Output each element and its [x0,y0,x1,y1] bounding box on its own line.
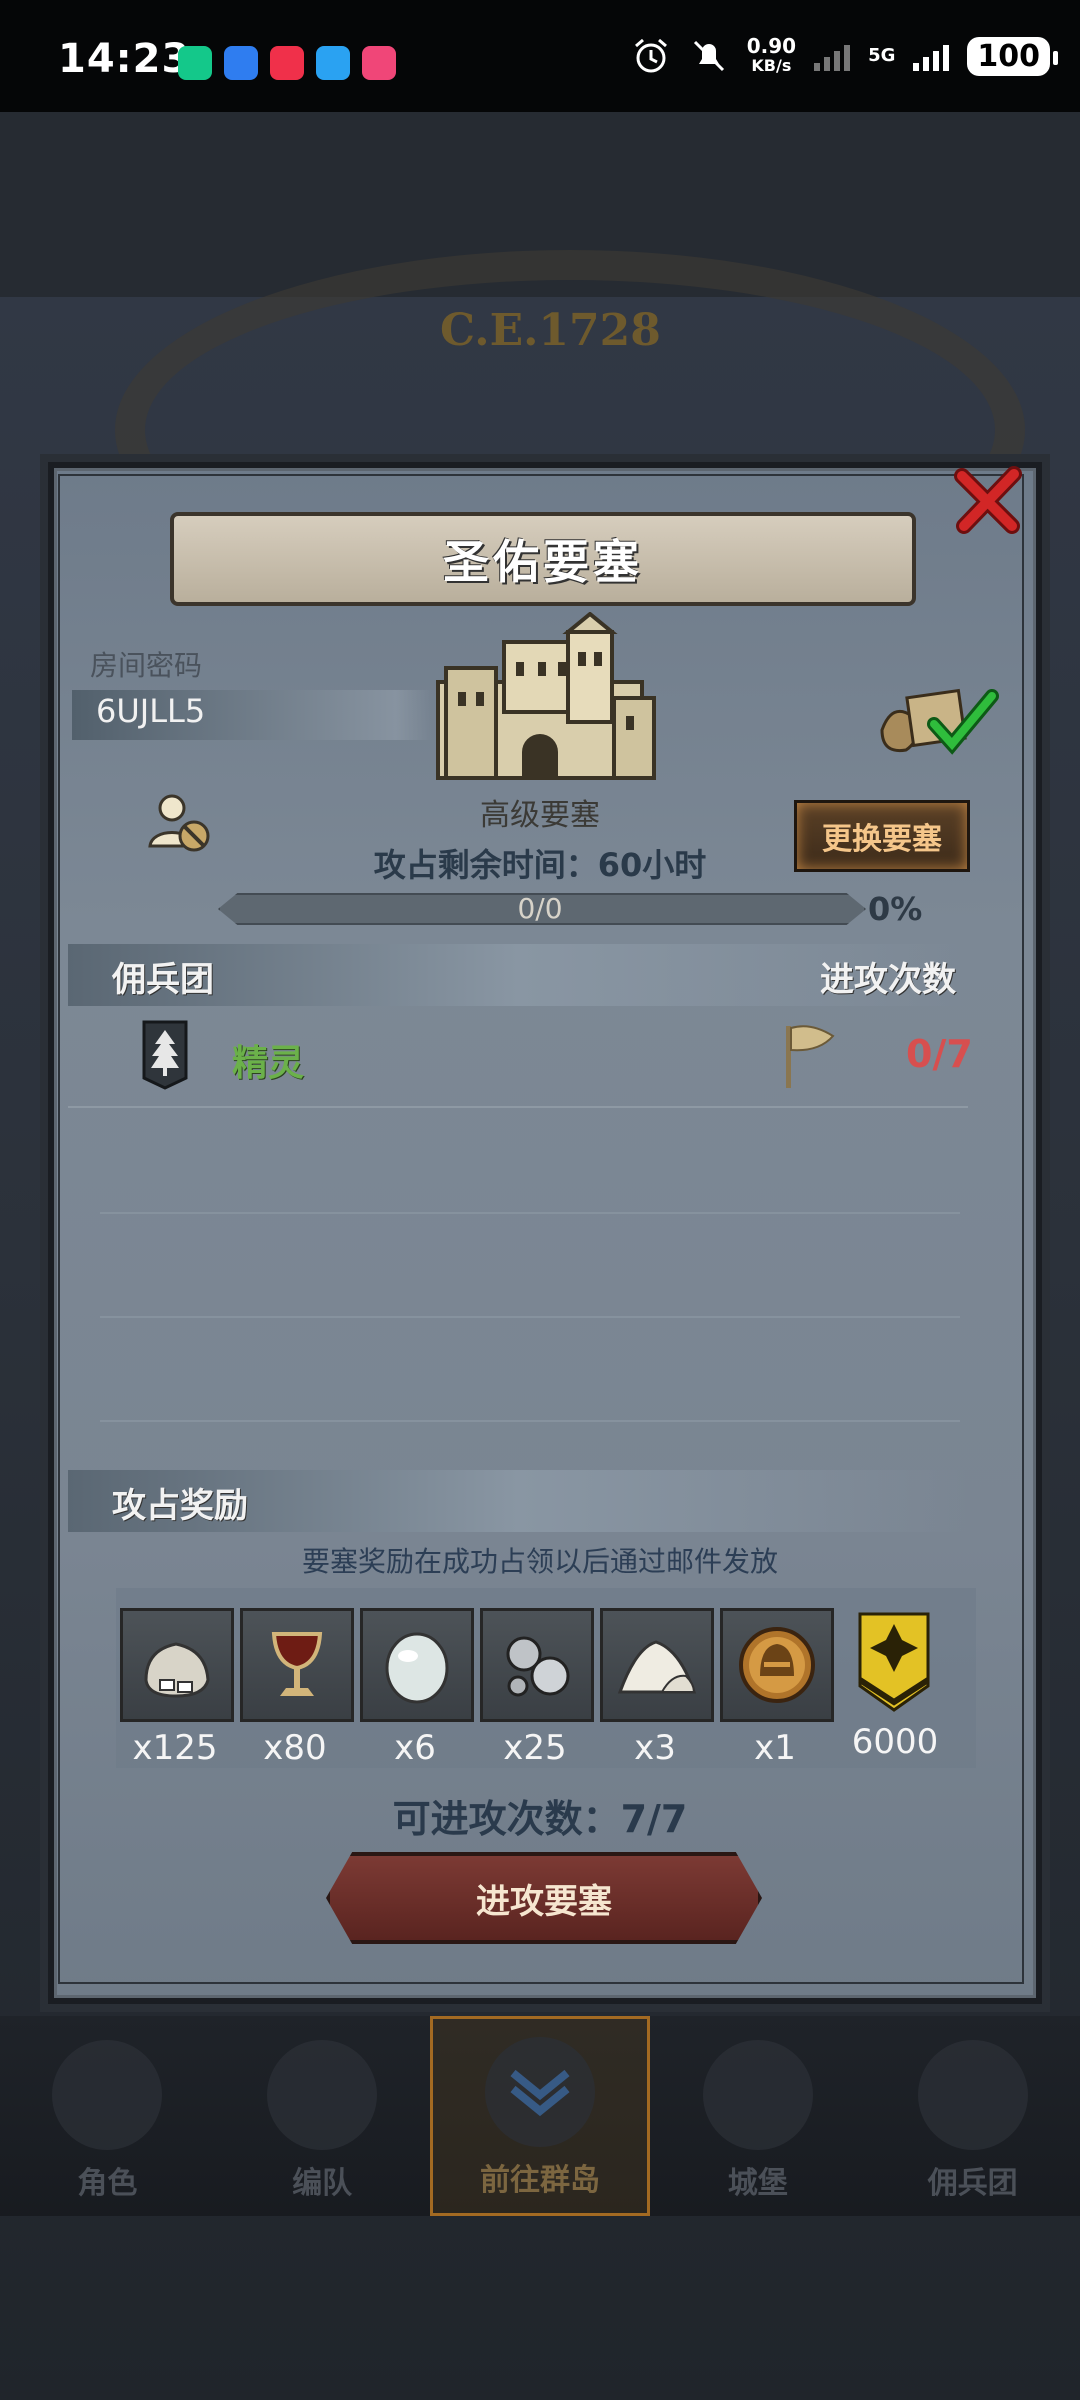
nav-item-formation[interactable]: 编队 [215,2016,430,2216]
room-password-label: 房间密码 [90,649,203,682]
attack-fortress-label: 进攻要塞 [476,1881,612,1922]
no-user-icon[interactable] [146,790,214,856]
dialog-title: 圣佑要塞 [443,535,643,589]
reward-qty: x125 [132,1728,218,1768]
reward-qty: x6 [394,1728,436,1768]
castle-icon [702,2040,813,2150]
bottom-nav: 角色 编队 前往群岛 城堡 佣兵团 [0,2016,1080,2216]
change-fortress-label: 更换要塞 [822,822,942,857]
reward-header: 攻占奖励 [112,1486,248,1526]
reward-icon-box [840,1608,948,1716]
fortress-castle-icon [436,612,656,780]
reward-item[interactable]: x6 [360,1588,474,1768]
reward-icon-box [120,1608,234,1722]
reward-item[interactable]: x125 [120,1588,234,1768]
app-notification-icon [316,46,350,80]
era-label: C.E.1728 [440,305,661,356]
nav-label: 编队 [292,2166,353,2201]
silver-sack-icon [144,1642,210,1698]
reward-icon-box [600,1608,714,1722]
app-notification-icon [270,46,304,80]
nav-label: 佣兵团 [927,2166,1018,2201]
room-password-value[interactable]: 6UJLL5 [96,692,205,730]
app-notification-icon [178,46,212,80]
reward-item[interactable]: x80 [240,1588,354,1768]
supply-check-icon[interactable] [876,680,1000,760]
status-bar: 14:23 0.90 KB/s 5G 100 [0,0,1080,112]
row-divider [100,1212,960,1214]
helmet-icon [267,2040,378,2150]
capture-progress-percent: 0% [868,890,923,928]
rank-badge-icon [858,1612,930,1712]
mute-icon [693,40,724,72]
signal-icon [913,41,950,71]
helmet-medal-icon [739,1627,815,1703]
nav-label: 角色 [77,2166,138,2201]
reward-qty: x3 [634,1728,676,1768]
signal-icon [814,41,851,71]
reward-item[interactable]: x25 [480,1588,594,1768]
mercenary-name: 精灵 [232,1043,305,1084]
change-fortress-button[interactable]: 更换要塞 [794,800,970,872]
attack-fortress-button[interactable]: 进攻要塞 [326,1852,762,1944]
compass-map-icon [484,2037,595,2147]
reward-qty: x80 [263,1728,327,1768]
reward-item[interactable]: 6000 [840,1588,950,1768]
reward-icon-box [240,1608,354,1722]
reward-icon-box [720,1608,834,1722]
salt-pile-icon [617,1640,697,1694]
reward-icon-box [480,1608,594,1722]
reward-item[interactable]: x3 [600,1588,714,1768]
white-stone-icon [385,1632,449,1704]
net-speed: 0.90 KB/s [746,34,797,75]
dialog-title-banner: 圣佑要塞 [170,512,916,606]
capture-progress-text: 0/0 [517,892,563,925]
reward-qty: x25 [503,1728,567,1768]
row-divider [100,1420,960,1422]
mercenary-attack-count: 0/7 [906,1032,973,1076]
nav-label: 城堡 [727,2166,788,2201]
mercenary-header: 佣兵团 [112,960,214,1000]
flag-icon [786,1025,835,1088]
reward-note: 要塞奖励在成功占领以后通过邮件发放 [301,1545,778,1578]
nav-item-mercenary[interactable]: 佣兵团 [865,2016,1080,2216]
ship-icon [917,2040,1028,2150]
silver-balls-icon [506,1636,570,1697]
chevron-down-icon [510,2069,570,2117]
app-notification-icon [362,46,396,80]
status-time: 14:23 [58,36,191,82]
nav-label: 前往群岛 [479,2163,600,2198]
attempts-left: 可进攻次数：7/7 [392,1797,688,1841]
nav-item-castle[interactable]: 城堡 [650,2016,865,2216]
battery-indicator: 100 [967,36,1058,76]
app-notification-icon [224,46,258,80]
reward-qty: x1 [754,1728,796,1768]
reward-list: x125 x80 x6 x25 x3 x1 6000 [116,1588,976,1768]
network-type: 5G [868,45,896,66]
reward-icon-box [360,1608,474,1722]
nav-item-islands[interactable]: 前往群岛 [429,2016,651,2216]
close-icon [954,466,1022,534]
elf-tree-badge-icon [142,1020,188,1090]
close-button[interactable] [948,460,1028,540]
alarm-icon [634,38,667,73]
knight-icon [52,2040,163,2150]
attack-count-header: 进攻次数 [820,960,956,1000]
nav-item-character[interactable]: 角色 [0,2016,215,2216]
reward-item[interactable]: x1 [720,1588,834,1768]
reward-qty: 6000 [851,1722,939,1762]
row-divider [100,1316,960,1318]
goblet-icon [271,1632,323,1696]
